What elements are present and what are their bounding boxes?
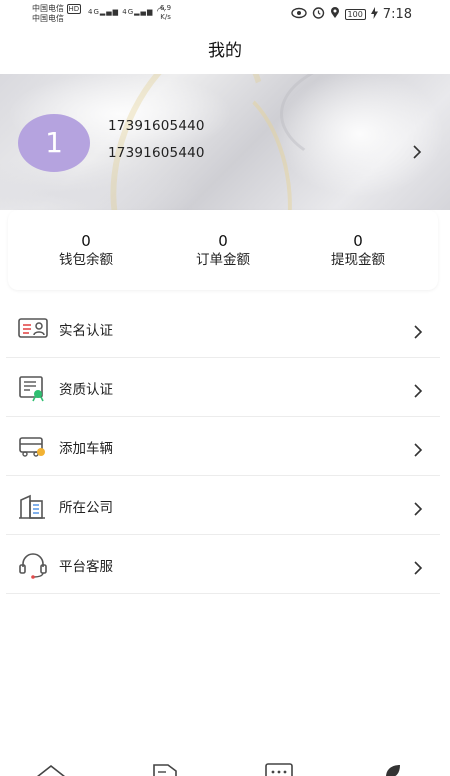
document-icon[interactable] (152, 762, 178, 776)
chat-icon[interactable] (264, 762, 294, 776)
stat-withdraw-amount[interactable]: 0 提现金额 (288, 232, 428, 270)
menu-item-add-vehicle[interactable]: 添加车辆 (6, 417, 440, 476)
headset-icon (18, 553, 47, 579)
chevron-right-icon (410, 500, 426, 518)
chevron-right-icon (410, 441, 426, 459)
menu-item-qualification-certification[interactable]: 资质认证 (6, 358, 440, 417)
profile-icon[interactable] (382, 762, 404, 776)
stat-value: 0 (81, 232, 91, 250)
charging-icon (370, 6, 378, 22)
title-bar: 我的 (0, 28, 450, 74)
location-icon (330, 6, 340, 22)
chevron-right-icon (410, 382, 426, 400)
certificate-icon (18, 376, 46, 402)
status-bar: 中国电信 HD 中国电信 4G▂▄▆ 4G▂▄▆ ◠ 6.9 K/s 100 7… (0, 0, 450, 28)
id-card-icon (18, 317, 48, 341)
network-info: 4G▂▄▆ 4G▂▄▆ ◠ (88, 6, 166, 17)
profile-chevron-right-icon[interactable] (406, 140, 430, 164)
menu-item-label: 所在公司 (59, 500, 113, 516)
network-speed: 6.9 K/s (160, 4, 171, 22)
menu-item-label: 平台客服 (59, 559, 113, 575)
stat-order-amount[interactable]: 0 订单金额 (153, 232, 293, 270)
network-1: 4G (88, 8, 100, 16)
hd-badge: HD (66, 4, 82, 14)
bottom-navigation (0, 756, 450, 776)
stat-wallet-balance[interactable]: 0 钱包余额 (16, 232, 156, 270)
alarm-icon (312, 6, 325, 22)
stat-label: 提现金额 (331, 252, 385, 268)
avatar[interactable]: 1 (18, 114, 90, 172)
network-2: 4G (122, 8, 135, 16)
stat-label: 钱包余额 (59, 252, 113, 268)
stat-label: 订单金额 (196, 252, 250, 268)
signal-icon-1: ▂▄▆ (99, 8, 120, 16)
status-icons: 100 7:18 (290, 6, 412, 22)
building-icon (18, 494, 46, 519)
vehicle-icon (18, 435, 46, 459)
carrier-2: 中国电信 (32, 14, 64, 23)
clock: 7:18 (382, 6, 412, 22)
profile-phone-secondary: 17391605440 (108, 145, 205, 161)
stat-value: 0 (353, 232, 363, 250)
settings-menu: 实名认证 资质认证 添加车辆 所在公司 平台客服 (6, 299, 440, 594)
speed-unit: K/s (160, 13, 171, 21)
profile-phone-primary: 17391605440 (108, 118, 205, 134)
battery-indicator: 100 (344, 8, 366, 20)
home-icon[interactable] (36, 762, 66, 776)
eye-icon (290, 7, 307, 22)
stats-card: 0 钱包余额 0 订单金额 0 提现金额 (8, 210, 438, 290)
menu-item-label: 实名认证 (59, 323, 113, 339)
chevron-right-icon (410, 559, 426, 577)
menu-item-label: 添加车辆 (59, 441, 113, 457)
menu-item-label: 资质认证 (59, 382, 113, 398)
menu-item-real-name-verification[interactable]: 实名认证 (6, 299, 440, 358)
carrier-info: 中国电信 HD 中国电信 (32, 4, 82, 24)
page-title: 我的 (208, 41, 242, 61)
menu-item-company[interactable]: 所在公司 (6, 476, 440, 535)
menu-item-customer-service[interactable]: 平台客服 (6, 535, 440, 594)
stat-value: 0 (218, 232, 228, 250)
carrier-1: 中国电信 (32, 4, 64, 13)
speed-value: 6.9 (160, 4, 172, 12)
chevron-right-icon (410, 323, 426, 341)
signal-icon-2: ▂▄▆ (134, 8, 154, 16)
